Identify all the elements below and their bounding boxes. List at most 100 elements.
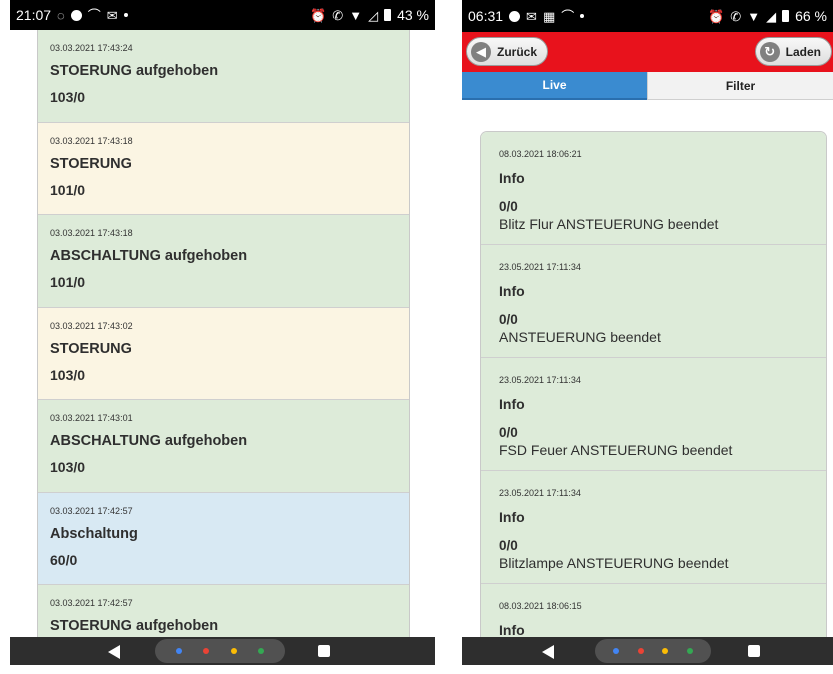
reload-button-label: Laden — [785, 44, 821, 59]
voicemail-icon: ⌒ — [561, 8, 575, 24]
google-dot-yellow-icon — [230, 648, 237, 654]
event-code: 103/0 — [50, 459, 86, 475]
more-notifications-icon — [123, 13, 128, 17]
tab-live[interactable]: Live — [462, 72, 647, 100]
navigation-bar — [10, 637, 435, 665]
right-phone-screen: 06:31 ✉ ▦ ⌒ ⏰ ✆ ▼ ◢ 66 % ◀ Zurück ↻ Lade… — [462, 0, 833, 665]
event-timestamp: 23.05.2021 17:11:34 — [499, 488, 581, 498]
back-button[interactable]: ◀ Zurück — [466, 37, 549, 66]
google-dot-blue-icon — [613, 648, 620, 654]
navigation-bar — [462, 637, 833, 665]
event-timestamp: 03.03.2021 17:42:57 — [50, 505, 133, 516]
google-dot-green-icon — [686, 648, 693, 654]
event-title: ABSCHALTUNG aufgehoben — [50, 433, 248, 449]
call-icon: ✆ — [730, 8, 742, 24]
battery-icon — [782, 10, 790, 22]
list-item[interactable]: 03.03.2021 17:42:57 STOERUNG aufgehoben — [38, 585, 409, 637]
lte-signal-icon: ◢ — [766, 8, 777, 24]
back-arrow-icon: ◀ — [471, 41, 491, 62]
list-item[interactable]: 03.03.2021 17:43:01 ABSCHALTUNG aufgehobe… — [38, 400, 409, 493]
event-message: ANSTEUERUNG beendet — [499, 329, 661, 345]
event-timestamp: 03.03.2021 17:42:57 — [50, 598, 133, 608]
list-item[interactable]: 03.03.2021 17:42:57 Abschaltung 60/0 — [38, 492, 409, 585]
event-title: Info — [499, 509, 525, 525]
event-list[interactable]: 03.03.2021 17:43:24 STOERUNG aufgehoben 10… — [37, 30, 410, 637]
event-code: 60/0 — [50, 551, 78, 568]
status-time: 21:07 — [16, 7, 52, 23]
battery-icon — [384, 9, 392, 21]
list-item[interactable]: 03.03.2021 17:43:24 STOERUNG aufgehoben 10… — [38, 30, 409, 123]
event-title: STOERUNG — [50, 340, 132, 357]
notification-dot-icon — [509, 10, 521, 22]
nav-recents-icon[interactable] — [318, 645, 330, 657]
nav-home-pill[interactable] — [155, 639, 285, 663]
alarm-icon: ⏰ — [708, 8, 725, 24]
event-code: 0/0 — [499, 199, 518, 214]
event-title: STOERUNG aufgehoben — [50, 63, 219, 79]
nav-back-icon[interactable] — [108, 645, 120, 659]
list-item[interactable]: 08.03.2021 18:06:21 Info 0/0 Blitz Flur ANS… — [481, 132, 826, 245]
event-code: 0/0 — [499, 538, 518, 553]
event-timestamp: 03.03.2021 17:43:02 — [50, 320, 133, 331]
event-timestamp: 08.03.2021 18:06:15 — [499, 601, 582, 611]
event-timestamp: 08.03.2021 18:06:21 — [499, 149, 582, 159]
reload-button[interactable]: ↻ Laden — [754, 37, 832, 66]
event-code: 0/0 — [499, 425, 518, 440]
event-code: 101/0 — [50, 274, 86, 290]
app-notification-icon: ✉ — [106, 7, 118, 23]
list-item[interactable]: 23.05.2021 17:11:34 Info 0/0 FSD Feuer ANST… — [481, 358, 826, 471]
google-dot-red-icon — [203, 648, 210, 654]
app-notification-icon: ✉ — [526, 8, 537, 24]
notification-dot-icon — [70, 9, 82, 21]
signal-icon: ◿ — [368, 7, 379, 23]
back-button-label: Zurück — [497, 44, 538, 59]
tab-filter[interactable]: Filter — [647, 72, 833, 100]
voicemail-icon: ⌒ — [87, 7, 101, 23]
list-item[interactable]: 03.03.2021 17:43:18 ABSCHALTUNG aufgehobe… — [38, 215, 409, 308]
google-dot-blue-icon — [176, 648, 183, 654]
event-timestamp: 03.03.2021 17:43:18 — [50, 228, 133, 238]
google-dot-yellow-icon — [662, 648, 669, 654]
event-title: Abschaltung — [50, 525, 138, 542]
event-title: STOERUNG aufgehoben — [50, 618, 219, 634]
gallery-icon: ▦ — [542, 8, 556, 24]
wifi-icon: ▼ — [747, 8, 761, 24]
google-dot-red-icon — [637, 648, 644, 654]
app-header: ◀ Zurück ↻ Laden — [462, 32, 833, 72]
wifi-icon: ▼ — [349, 7, 363, 23]
whatsapp-icon: ◌ — [57, 7, 65, 23]
list-item[interactable]: 08.03.2021 18:06:15 Info — [481, 584, 826, 637]
event-code: 101/0 — [50, 181, 86, 198]
event-code: 103/0 — [50, 366, 86, 383]
list-item[interactable]: 23.05.2021 17:11:34 Info 0/0 Blitzlampe ANS… — [481, 471, 826, 584]
event-title: Info — [499, 622, 525, 637]
list-item[interactable]: 23.05.2021 17:11:34 Info 0/0 ANSTEUERUNG be… — [481, 245, 826, 358]
event-code: 103/0 — [50, 89, 86, 105]
tab-bar: Live Filter — [462, 72, 833, 100]
event-timestamp: 03.03.2021 17:43:18 — [50, 135, 133, 146]
nav-home-pill[interactable] — [595, 639, 711, 663]
nav-recents-icon[interactable] — [748, 645, 760, 657]
battery-level: 66 % — [795, 8, 827, 24]
battery-level: 43 % — [397, 7, 429, 23]
more-notifications-icon — [580, 14, 585, 18]
status-time: 06:31 — [468, 8, 504, 24]
event-title: STOERUNG — [50, 155, 132, 172]
event-title: Info — [499, 170, 525, 186]
event-timestamp: 23.05.2021 17:11:34 — [499, 262, 581, 272]
alarm-icon: ⏰ — [310, 7, 327, 23]
event-message: FSD Feuer ANSTEUERUNG beendet — [499, 442, 733, 458]
event-message: Blitzlampe ANSTEUERUNG beendet — [499, 555, 729, 571]
event-timestamp: 23.05.2021 17:11:34 — [499, 375, 581, 385]
nav-back-icon[interactable] — [542, 645, 554, 659]
event-code: 0/0 — [499, 312, 518, 327]
list-item[interactable]: 03.03.2021 17:43:18 STOERUNG 101/0 — [38, 122, 409, 215]
event-timestamp: 03.03.2021 17:43:01 — [50, 413, 133, 423]
event-title: Info — [499, 283, 525, 299]
status-bar: 21:07 ◌ ⌒ ✉ ⏰ ✆ ▼ ◿ 43 % — [10, 0, 435, 30]
list-item[interactable]: 03.03.2021 17:43:02 STOERUNG 103/0 — [38, 307, 409, 400]
event-title: ABSCHALTUNG aufgehoben — [50, 248, 248, 264]
reload-icon: ↻ — [759, 41, 780, 62]
event-list[interactable]: 08.03.2021 18:06:21 Info 0/0 Blitz Flur ANS… — [480, 131, 827, 637]
event-message: Blitz Flur ANSTEUERUNG beendet — [499, 216, 719, 232]
